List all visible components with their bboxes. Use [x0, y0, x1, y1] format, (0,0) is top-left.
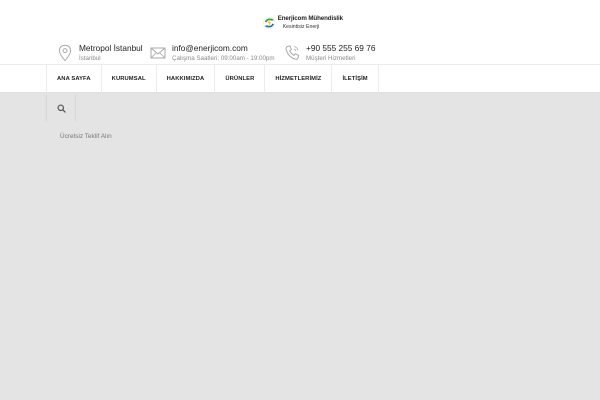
search-icon — [56, 103, 66, 113]
email-address[interactable]: info@enerjicom.com — [172, 43, 275, 54]
nav-item-about[interactable]: HAKKIMIZDA — [157, 65, 216, 93]
free-quote-link[interactable]: Ücretsiz Teklif Alın — [60, 133, 112, 140]
nav-item-contact[interactable]: İLETİŞİM — [332, 65, 379, 93]
site-logo[interactable]: Enerjicom Mühendislik Kesintisiz Enerji — [263, 11, 343, 35]
envelope-icon — [150, 47, 166, 59]
nav-item-home[interactable]: ANA SAYFA — [47, 65, 102, 93]
logo-mark-icon — [263, 17, 276, 29]
phone-info: +90 555 255 69 76 Müşteri Hizmetleri — [284, 43, 375, 62]
phone-number[interactable]: +90 555 255 69 76 — [306, 43, 375, 54]
map-pin-icon — [58, 44, 72, 62]
location-subtitle: İstanbul — [79, 55, 101, 62]
location-info: Metropol İstanbul İstanbul — [57, 43, 143, 62]
nav-item-corporate[interactable]: KURUMSAL — [102, 65, 157, 93]
working-hours: Çalışma Saatleri: 09:00am - 19:00pm — [172, 55, 275, 62]
logo-title: Enerjicom Mühendislik — [277, 15, 343, 23]
nav-item-services[interactable]: HİZMETLERİMİZ — [265, 65, 333, 93]
site-header: Enerjicom Mühendislik Kesintisiz Enerji … — [0, 0, 600, 93]
customer-service-label: Müşteri Hizmetleri — [306, 55, 356, 62]
nav-item-products[interactable]: ÜRÜNLER — [215, 65, 266, 93]
location-title: Metropol İstanbul — [79, 43, 143, 53]
email-info: info@enerjicom.com Çalışma Saatleri: 09:… — [150, 43, 275, 62]
search-button[interactable] — [46, 94, 76, 122]
logo-tagline: Kesintisiz Enerji — [282, 23, 320, 30]
phone-icon — [285, 45, 300, 60]
main-navigation: ANA SAYFA KURUMSAL HAKKIMIZDA ÜRÜNLER Hİ… — [0, 64, 600, 93]
